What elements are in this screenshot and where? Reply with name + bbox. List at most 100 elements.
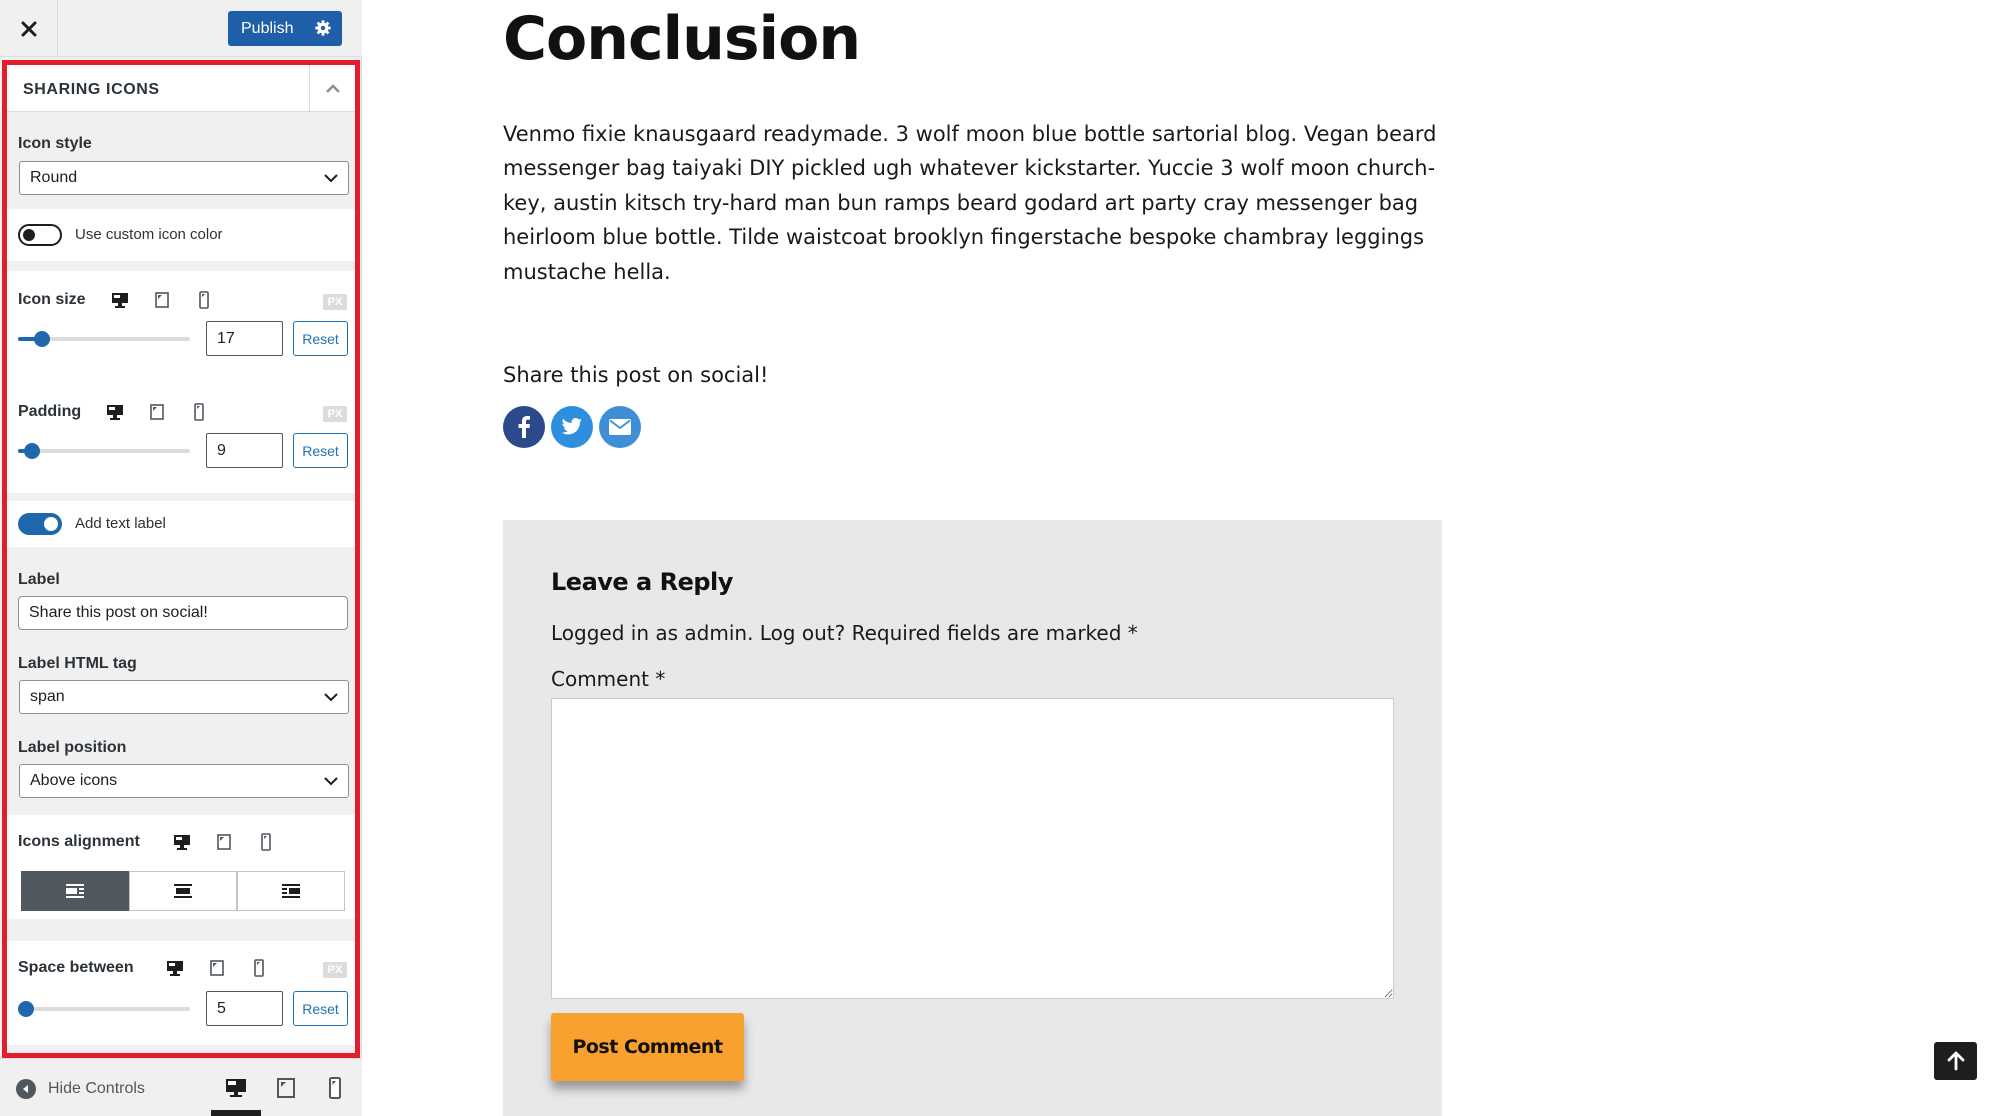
icon-style-value: Round <box>30 169 78 186</box>
scroll-to-top-button[interactable] <box>1934 1042 1977 1080</box>
padding-input[interactable]: 9 <box>206 433 283 468</box>
tablet-icon[interactable] <box>215 833 233 851</box>
slider-thumb[interactable] <box>23 443 40 459</box>
mobile-icon[interactable] <box>195 291 213 309</box>
arrow-up-icon <box>1947 1051 1964 1071</box>
label-position-label: Label position <box>18 739 127 756</box>
comment-label: Comment * <box>551 667 666 691</box>
space-between-slider[interactable] <box>18 999 190 1019</box>
twitter-icon <box>561 418 582 435</box>
icon-size-input[interactable]: 17 <box>206 321 283 356</box>
collapse-sidebar-icon <box>16 1079 36 1099</box>
space-between-input[interactable]: 5 <box>206 991 283 1026</box>
facebook-icon <box>518 416 530 438</box>
align-right-button[interactable] <box>237 871 345 911</box>
unit-badge: PX <box>323 962 347 978</box>
icon-size-control: Icon size PX 17 Reset <box>7 271 355 385</box>
desktop-icon[interactable] <box>173 833 191 851</box>
icons-alignment-label: Icons alignment <box>18 833 140 850</box>
hide-controls-label: Hide Controls <box>48 1080 145 1097</box>
preview-tablet-icon[interactable] <box>275 1077 297 1099</box>
align-left-icon <box>66 884 84 898</box>
padding-reset-button[interactable]: Reset <box>293 433 348 468</box>
chevron-down-icon <box>324 777 338 786</box>
label-tag-value: span <box>30 688 65 705</box>
text-label-row: Add text label <box>7 501 355 547</box>
gear-icon[interactable] <box>314 19 332 37</box>
align-center-button[interactable] <box>129 871 237 911</box>
publish-label: Publish <box>241 19 294 37</box>
publish-button[interactable]: Publish <box>228 11 342 46</box>
space-between-label: Space between <box>18 959 134 976</box>
customizer-footer: Hide Controls <box>0 1058 362 1116</box>
slider-track <box>18 449 190 453</box>
chevron-down-icon <box>324 174 338 183</box>
icon-size-reset-button[interactable]: Reset <box>293 321 348 356</box>
slider-thumb[interactable] <box>34 331 51 347</box>
close-icon <box>21 21 36 36</box>
tablet-icon[interactable] <box>153 291 171 309</box>
slider-track <box>18 1007 190 1011</box>
share-icons <box>503 406 647 448</box>
align-left-button[interactable] <box>21 871 129 911</box>
label-position-select[interactable]: Above icons <box>19 764 349 798</box>
space-between-reset-button[interactable]: Reset <box>293 991 348 1026</box>
toggle-knob <box>23 229 35 241</box>
slider-thumb[interactable] <box>18 1001 34 1017</box>
icon-size-slider[interactable] <box>18 329 190 349</box>
share-label: Share this post on social! <box>503 363 769 387</box>
padding-label: Padding <box>18 403 82 420</box>
desktop-icon[interactable] <box>111 291 129 309</box>
label-position-value: Above icons <box>30 772 118 789</box>
active-device-indicator <box>211 1110 261 1116</box>
custom-color-row: Use custom icon color <box>7 209 355 261</box>
icon-style-select[interactable]: Round <box>19 161 349 195</box>
mobile-icon[interactable] <box>250 959 268 977</box>
icons-alignment-control: Icons alignment <box>7 815 355 919</box>
toggle-knob <box>44 517 58 531</box>
mobile-icon[interactable] <box>257 833 275 851</box>
label-input[interactable]: Share this post on social! <box>18 596 348 630</box>
add-text-label-toggle[interactable] <box>18 513 62 535</box>
facebook-share-button[interactable] <box>503 406 545 448</box>
customizer-header: Publish <box>0 0 362 57</box>
label-tag-label: Label HTML tag <box>18 655 137 672</box>
email-icon <box>609 419 631 435</box>
comment-textarea[interactable] <box>551 698 1394 999</box>
article-heading: Conclusion <box>503 4 861 74</box>
space-between-control: Space between PX 5 Reset <box>7 941 355 1045</box>
padding-slider[interactable] <box>18 441 190 461</box>
label-tag-select[interactable]: span <box>19 680 349 714</box>
add-text-label-label: Add text label <box>75 515 166 532</box>
section-header: SHARING ICONS <box>7 65 355 112</box>
mobile-icon[interactable] <box>190 403 208 421</box>
chevron-up-icon <box>325 83 340 93</box>
label-field-label: Label <box>18 571 60 588</box>
padding-control: Padding PX 9 Reset <box>7 385 355 493</box>
custom-icon-color-toggle[interactable] <box>18 224 62 246</box>
unit-badge: PX <box>323 294 347 310</box>
post-comment-button[interactable]: Post Comment <box>551 1013 744 1081</box>
desktop-icon[interactable] <box>166 959 184 977</box>
alignment-button-group <box>21 871 345 911</box>
tablet-icon[interactable] <box>208 959 226 977</box>
hide-controls-button[interactable]: Hide Controls <box>16 1079 145 1099</box>
align-center-icon <box>174 884 192 898</box>
article-paragraph: Venmo fixie knausgaard readymade. 3 wolf… <box>503 122 1437 284</box>
collapse-section-button[interactable] <box>309 65 355 111</box>
section-title: SHARING ICONS <box>23 81 160 98</box>
align-right-icon <box>282 884 300 898</box>
sharing-icons-panel: SHARING ICONS Icon style Round Use custo… <box>2 60 360 1058</box>
tablet-icon[interactable] <box>148 403 166 421</box>
logged-in-notice: Logged in as admin. Log out? Required fi… <box>551 621 1138 645</box>
chevron-down-icon <box>324 693 338 702</box>
twitter-share-button[interactable] <box>551 406 593 448</box>
email-share-button[interactable] <box>599 406 641 448</box>
icon-size-label: Icon size <box>18 291 86 308</box>
preview-mobile-icon[interactable] <box>324 1077 346 1099</box>
comment-form: Leave a Reply Logged in as admin. Log ou… <box>503 520 1442 1116</box>
close-customizer-button[interactable] <box>0 0 58 57</box>
preview-desktop-icon[interactable] <box>225 1077 247 1099</box>
desktop-icon[interactable] <box>106 403 124 421</box>
unit-badge: PX <box>323 406 347 422</box>
